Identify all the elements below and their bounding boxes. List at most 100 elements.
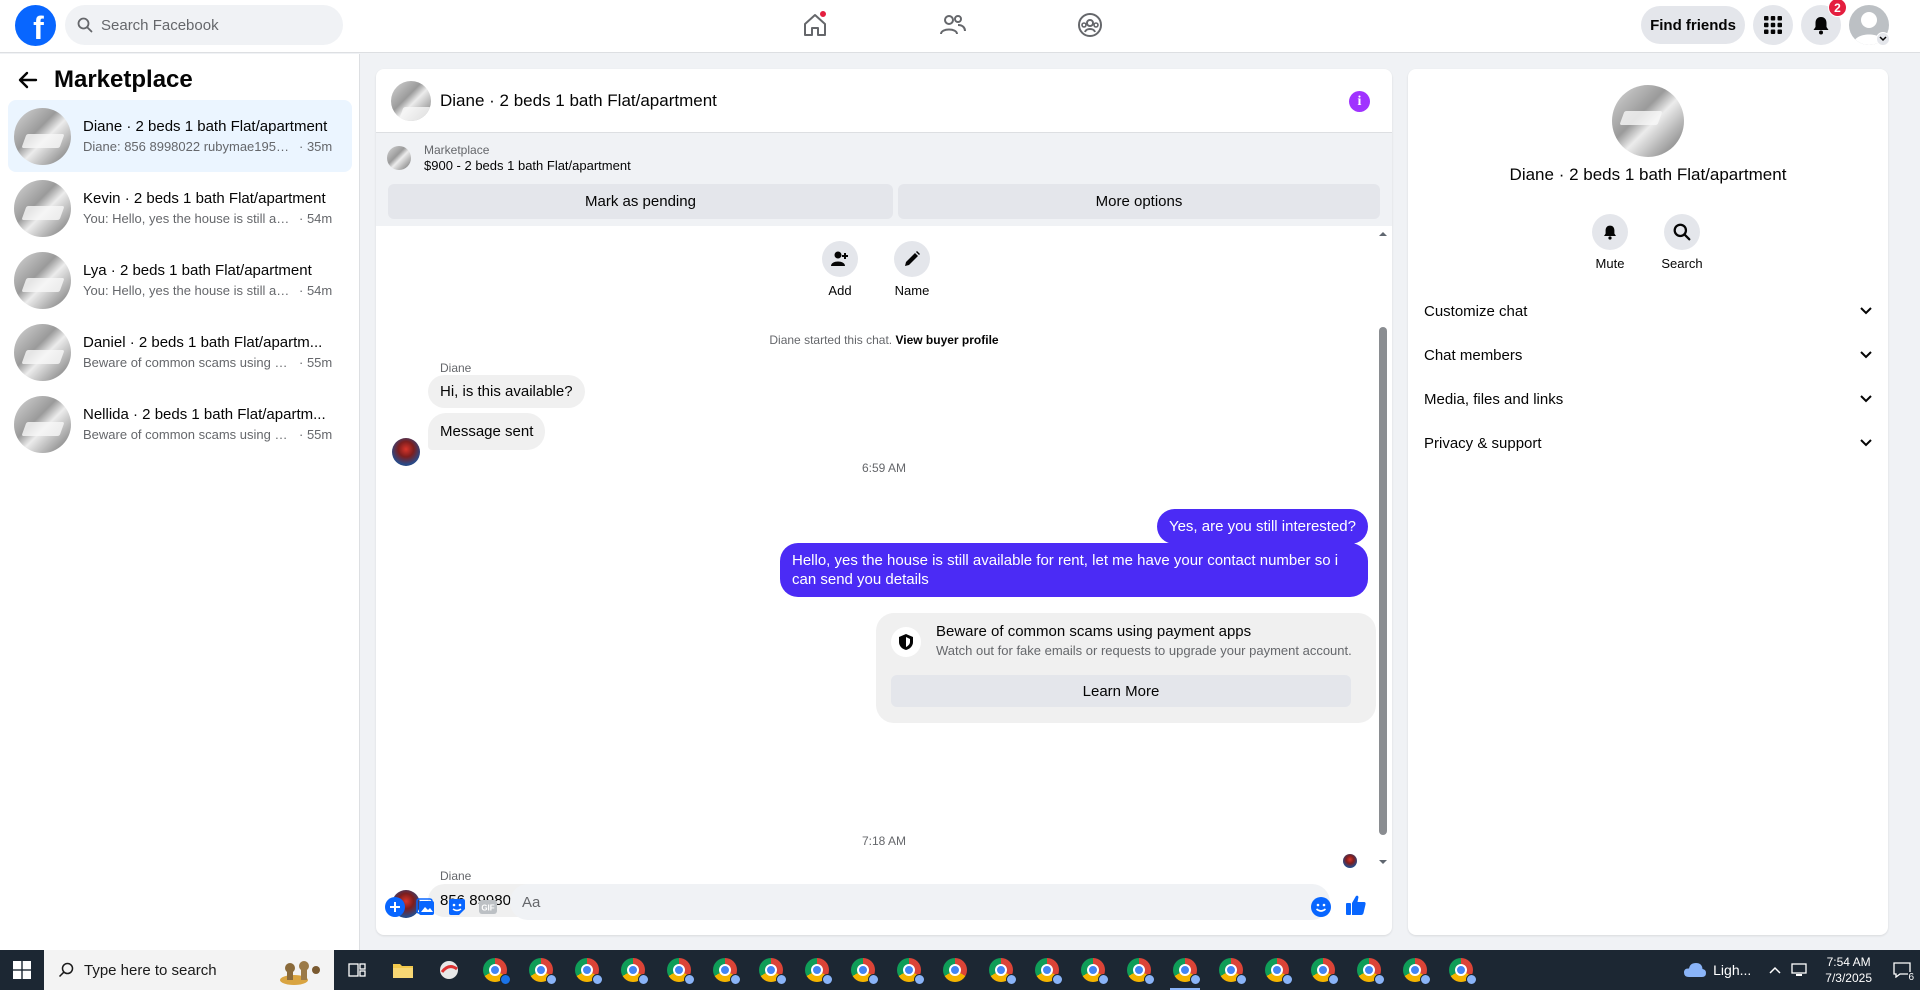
chrome-window[interactable] bbox=[1024, 950, 1070, 990]
chrome-window[interactable] bbox=[702, 950, 748, 990]
listing-thumbnail[interactable] bbox=[387, 146, 411, 170]
chat-started-note: Diane started this chat. View buyer prof… bbox=[376, 333, 1392, 347]
chrome-icon bbox=[667, 958, 695, 985]
section-label: Customize chat bbox=[1424, 302, 1528, 320]
chrome-icon bbox=[1035, 958, 1063, 985]
conversation-title: Diane · 2 beds 1 bath Flat/apartment bbox=[83, 118, 328, 135]
account-menu-caret[interactable] bbox=[1876, 32, 1890, 46]
scrollbar-thumb[interactable] bbox=[1379, 327, 1387, 835]
chrome-window[interactable] bbox=[748, 950, 794, 990]
chrome-window[interactable] bbox=[1208, 950, 1254, 990]
info-icon[interactable]: i bbox=[1349, 91, 1370, 112]
name-chat-button[interactable] bbox=[894, 241, 930, 277]
mark-as-pending-button[interactable]: Mark as pending bbox=[388, 184, 893, 219]
scrollbar[interactable] bbox=[1377, 230, 1387, 866]
media-files-links-section[interactable]: Media, files and links bbox=[1424, 381, 1872, 417]
info-title: Diane · 2 beds 1 bath Flat/apartment bbox=[1509, 165, 1787, 184]
section-label: Media, files and links bbox=[1424, 390, 1564, 408]
chat-members-section[interactable]: Chat members bbox=[1424, 337, 1872, 373]
pinned-app[interactable] bbox=[426, 950, 472, 990]
conversation-item[interactable]: Daniel · 2 beds 1 bath Flat/apartm... Be… bbox=[8, 316, 352, 388]
search-action[interactable]: Search bbox=[1652, 214, 1712, 271]
chrome-window[interactable] bbox=[886, 950, 932, 990]
sticker-button[interactable] bbox=[445, 895, 469, 919]
chevron-down-icon bbox=[1860, 351, 1872, 359]
chrome-gmail-app[interactable] bbox=[472, 950, 518, 990]
view-buyer-profile-link[interactable]: View buyer profile bbox=[895, 333, 998, 347]
chrome-window[interactable] bbox=[1392, 950, 1438, 990]
chrome-window[interactable] bbox=[1438, 950, 1484, 990]
chrome-window[interactable] bbox=[564, 950, 610, 990]
start-button[interactable] bbox=[0, 950, 44, 990]
task-view-button[interactable] bbox=[334, 950, 380, 990]
taskbar-search[interactable] bbox=[44, 950, 334, 990]
chrome-window[interactable] bbox=[794, 950, 840, 990]
listing-avatar[interactable] bbox=[1612, 85, 1684, 157]
attach-photo-button[interactable] bbox=[414, 895, 438, 919]
chrome-window[interactable] bbox=[610, 950, 656, 990]
menu-button[interactable] bbox=[1753, 5, 1793, 45]
message-thread[interactable]: Add Name Diane started this chat. View b… bbox=[376, 226, 1392, 918]
mute-button[interactable] bbox=[1592, 214, 1628, 250]
taskbar-search-input[interactable] bbox=[84, 961, 284, 979]
conversation-item[interactable]: Nellida · 2 beds 1 bath Flat/apartm... B… bbox=[8, 388, 352, 460]
conversation-item[interactable]: Kevin · 2 beds 1 bath Flat/apartment You… bbox=[8, 172, 352, 244]
find-friends-button[interactable]: Find friends bbox=[1641, 6, 1745, 44]
learn-more-button[interactable]: Learn More bbox=[891, 675, 1351, 707]
search-facebook[interactable] bbox=[65, 5, 343, 45]
conversation-item[interactable]: Lya · 2 beds 1 bath Flat/apartment You: … bbox=[8, 244, 352, 316]
chrome-window[interactable] bbox=[1254, 950, 1300, 990]
scam-warning-card: Beware of common scams using payment app… bbox=[876, 613, 1376, 723]
chrome-window[interactable] bbox=[1346, 950, 1392, 990]
mute-action[interactable]: Mute bbox=[1580, 214, 1640, 271]
chrome-window[interactable] bbox=[840, 950, 886, 990]
chevron-up-icon[interactable] bbox=[1769, 966, 1781, 974]
home-nav[interactable] bbox=[797, 9, 833, 41]
outgoing-message[interactable]: Hello, yes the house is still available … bbox=[780, 543, 1368, 597]
chat-header: Diane · 2 beds 1 bath Flat/apartment i bbox=[376, 69, 1392, 133]
customize-chat-section[interactable]: Customize chat bbox=[1424, 293, 1872, 329]
chrome-window[interactable] bbox=[978, 950, 1024, 990]
sticker-icon bbox=[449, 899, 465, 915]
more-options-button[interactable]: More options bbox=[898, 184, 1380, 219]
file-explorer-app[interactable] bbox=[380, 950, 426, 990]
network-icon[interactable] bbox=[1791, 963, 1809, 977]
incoming-message[interactable]: Message sent bbox=[428, 413, 546, 450]
action-center-button[interactable]: 6 bbox=[1884, 950, 1920, 990]
facebook-logo[interactable]: f bbox=[15, 5, 56, 46]
chat-avatar[interactable] bbox=[391, 80, 431, 121]
message-input[interactable] bbox=[510, 884, 1330, 920]
emoji-button[interactable] bbox=[1309, 895, 1333, 919]
scroll-up-arrow-icon[interactable] bbox=[1378, 230, 1388, 238]
incoming-message[interactable]: Hi, is this available? bbox=[428, 375, 585, 408]
system-clock[interactable]: 7:54 AM 7/3/2025 bbox=[1825, 954, 1872, 986]
chrome-window[interactable] bbox=[1300, 950, 1346, 990]
chrome-window-active[interactable] bbox=[1162, 950, 1208, 990]
gif-button[interactable]: GIF bbox=[476, 895, 500, 919]
groups-nav[interactable] bbox=[1072, 9, 1108, 41]
folder-icon bbox=[393, 964, 413, 978]
notifications-button[interactable]: 2 bbox=[1801, 0, 1847, 45]
conversation-item[interactable]: Diane · 2 beds 1 bath Flat/apartment Dia… bbox=[8, 100, 352, 172]
like-button[interactable] bbox=[1344, 893, 1368, 917]
search-input[interactable] bbox=[101, 16, 321, 34]
add-people-button[interactable] bbox=[822, 241, 858, 277]
marketplace-inbox-sidebar: Marketplace Diane · 2 beds 1 bath Flat/a… bbox=[0, 54, 360, 950]
chrome-window[interactable] bbox=[656, 950, 702, 990]
search-in-conversation-button[interactable] bbox=[1664, 214, 1700, 250]
more-actions-button[interactable] bbox=[383, 895, 407, 919]
scroll-down-arrow-icon[interactable] bbox=[1378, 858, 1388, 866]
chrome-window[interactable] bbox=[1116, 950, 1162, 990]
conversation-time: · 55m bbox=[299, 427, 333, 442]
listing-source: Marketplace bbox=[424, 143, 490, 157]
chrome-window[interactable] bbox=[518, 950, 564, 990]
friends-nav[interactable] bbox=[935, 9, 971, 41]
outgoing-message[interactable]: Yes, are you still interested? bbox=[1156, 509, 1368, 544]
chrome-window[interactable] bbox=[932, 950, 978, 990]
privacy-support-section[interactable]: Privacy & support bbox=[1424, 425, 1872, 461]
chat-title[interactable]: Diane · 2 beds 1 bath Flat/apartment bbox=[440, 91, 717, 111]
listing-price[interactable]: $900 - 2 beds 1 bath Flat/apartment bbox=[424, 158, 631, 173]
chrome-window[interactable] bbox=[1070, 950, 1116, 990]
back-arrow-icon[interactable] bbox=[18, 70, 38, 90]
weather-widget[interactable]: Ligh... bbox=[1683, 961, 1751, 979]
